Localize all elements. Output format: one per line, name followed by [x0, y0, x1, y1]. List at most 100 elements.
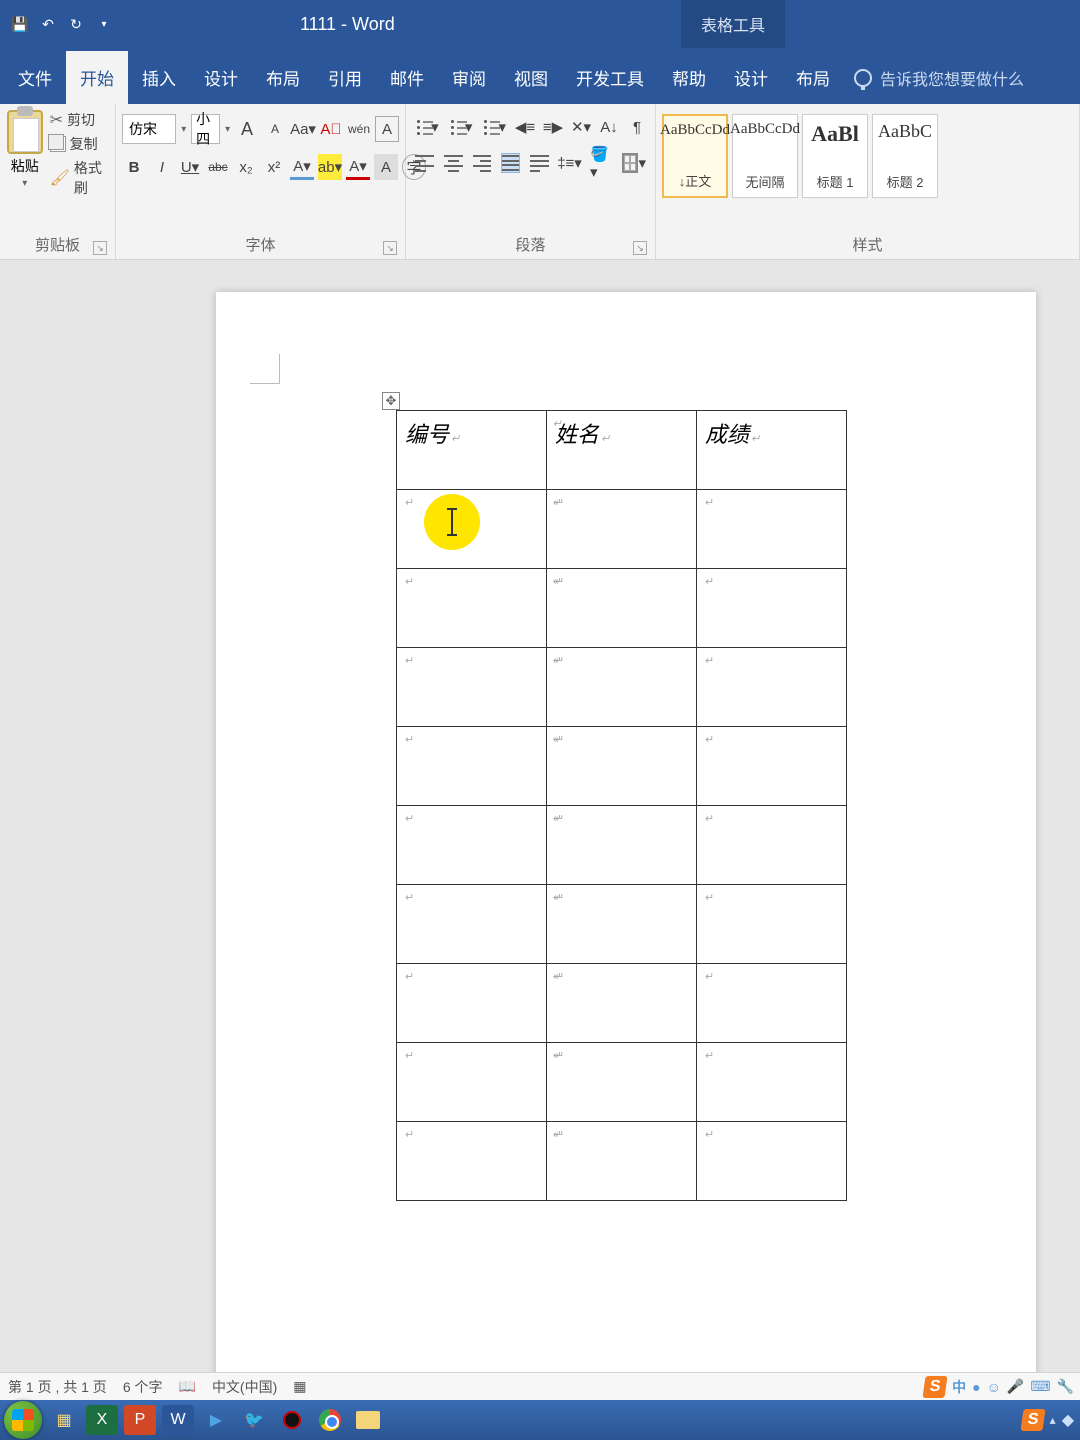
mic-icon[interactable]: 🎤 — [1007, 1378, 1024, 1395]
table-cell[interactable]: ↵ — [397, 806, 547, 885]
table-cell[interactable] — [547, 648, 697, 727]
style-gallery[interactable]: AaBbCcDd↓正文 AaBbCcDd无间隔 AaBl标题 1 AaBbC标题… — [662, 110, 1073, 228]
table-cell[interactable] — [697, 727, 847, 806]
char-shading-button[interactable]: A — [374, 154, 398, 180]
numbering-button[interactable]: ▾ — [446, 114, 476, 140]
grow-font-button[interactable]: A — [235, 116, 259, 142]
table-cell[interactable] — [697, 1043, 847, 1122]
table-cell[interactable] — [547, 569, 697, 648]
table-row[interactable]: ↵ — [397, 806, 847, 885]
macro-icon[interactable]: ▦ — [293, 1378, 306, 1395]
status-word-count[interactable]: 6 个字 — [123, 1377, 163, 1397]
thunderbird-icon[interactable]: 🐦 — [238, 1405, 270, 1435]
paste-button[interactable]: 粘贴 ▾ — [6, 110, 44, 228]
table-row[interactable]: ↵ — [397, 727, 847, 806]
bullets-button[interactable]: ▾ — [412, 114, 442, 140]
tab-file[interactable]: 文件 — [4, 51, 66, 104]
subscript-button[interactable]: x₂ — [234, 154, 258, 180]
clear-formatting-button[interactable]: A⃠ — [319, 116, 343, 142]
tab-mailings[interactable]: 邮件 — [376, 51, 438, 104]
qat-customize-icon[interactable]: ▾ — [92, 12, 116, 36]
powerpoint-icon[interactable]: P — [124, 1405, 156, 1435]
table-row[interactable]: ↵ — [397, 1122, 847, 1201]
word-icon[interactable]: W — [162, 1405, 194, 1435]
table-cell[interactable] — [547, 490, 697, 569]
increase-indent-button[interactable]: ≡▶ — [541, 114, 565, 140]
font-size-select[interactable]: 小四 — [191, 114, 220, 144]
table-cell[interactable] — [697, 964, 847, 1043]
table-row[interactable]: ↵ — [397, 885, 847, 964]
tab-layout[interactable]: 布局 — [252, 51, 314, 104]
multilevel-button[interactable]: ▾ — [479, 114, 509, 140]
table-cell[interactable]: ↵ — [397, 885, 547, 964]
underline-button[interactable]: U▾ — [178, 154, 202, 180]
keyboard-icon[interactable]: ⌨ — [1030, 1378, 1050, 1395]
table-cell[interactable]: ↵ — [397, 964, 547, 1043]
table-cell[interactable]: ↵ — [397, 1122, 547, 1201]
table-row[interactable]: ↵ — [397, 964, 847, 1043]
style-heading2[interactable]: AaBbC标题 2 — [872, 114, 938, 198]
chrome-icon[interactable] — [314, 1405, 346, 1435]
table-cell[interactable] — [697, 569, 847, 648]
status-page[interactable]: 第 1 页 , 共 1 页 — [8, 1377, 107, 1397]
table-cell[interactable]: ↵ — [397, 1043, 547, 1122]
record-icon[interactable] — [276, 1405, 308, 1435]
tab-table-layout[interactable]: 布局 — [782, 51, 844, 104]
folder-icon[interactable] — [352, 1405, 384, 1435]
table-cell[interactable] — [547, 964, 697, 1043]
tools-icon[interactable]: 🔧 — [1057, 1378, 1074, 1395]
ime-lang-label[interactable]: 中 — [952, 1377, 966, 1397]
explorer-icon[interactable]: ▦ — [48, 1405, 80, 1435]
line-spacing-button[interactable]: ‡≡▾ — [556, 150, 583, 176]
copy-button[interactable]: 复制 — [50, 134, 109, 154]
table-move-handle-icon[interactable]: ✥ — [382, 392, 400, 410]
spellcheck-icon[interactable]: 📖 — [179, 1378, 196, 1395]
chevron-down-icon[interactable]: ▾ — [22, 178, 27, 189]
format-painter-button[interactable]: 🖌格式刷 — [50, 158, 109, 198]
font-color-button[interactable]: A▾ — [346, 154, 370, 180]
table-row[interactable]: ↵ — [397, 648, 847, 727]
table-cell[interactable] — [547, 1043, 697, 1122]
style-normal[interactable]: AaBbCcDd↓正文 — [662, 114, 728, 198]
table-row[interactable]: ↵ — [397, 569, 847, 648]
align-right-button[interactable] — [470, 150, 495, 176]
tab-insert[interactable]: 插入 — [128, 51, 190, 104]
chevron-down-icon[interactable]: ▾ — [224, 124, 231, 135]
table-cell[interactable] — [697, 1122, 847, 1201]
tab-design[interactable]: 设计 — [190, 51, 252, 104]
status-icon[interactable]: ● — [972, 1379, 980, 1395]
document-page[interactable]: ✥ 编号↵ 姓名 成绩 ↵ ↵ ↵ ↵ ↵ ↵ ↵ ↵ ↵ — [216, 292, 1036, 1380]
dialog-launcher-icon[interactable]: ↘ — [93, 241, 107, 255]
tab-help[interactable]: 帮助 — [658, 51, 720, 104]
borders-button[interactable]: ▾ — [619, 150, 649, 176]
redo-icon[interactable]: ↻ — [64, 12, 88, 36]
status-language[interactable]: 中文(中国) — [212, 1377, 277, 1397]
tab-view[interactable]: 视图 — [500, 51, 562, 104]
sort-button[interactable]: A↓ — [597, 114, 621, 140]
table-cell[interactable] — [547, 1122, 697, 1201]
ime-sogou-icon[interactable]: S — [923, 1376, 948, 1398]
strikethrough-button[interactable]: abc — [206, 154, 230, 180]
table-cell[interactable] — [547, 885, 697, 964]
table-cell[interactable] — [547, 806, 697, 885]
align-left-button[interactable] — [412, 150, 437, 176]
table-cell[interactable]: ↵ — [397, 569, 547, 648]
table-cell[interactable] — [697, 648, 847, 727]
align-center-button[interactable] — [441, 150, 466, 176]
tab-developer[interactable]: 开发工具 — [562, 51, 658, 104]
text-effects-button[interactable]: A▾ — [290, 154, 314, 180]
tray-icon[interactable]: ◆ — [1062, 1410, 1074, 1430]
highlight-button[interactable]: ab▾ — [318, 154, 342, 180]
asian-layout-button[interactable]: ✕▾ — [569, 114, 593, 140]
bold-button[interactable]: B — [122, 154, 146, 180]
style-no-spacing[interactable]: AaBbCcDd无间隔 — [732, 114, 798, 198]
taskbar-sogou-icon[interactable]: S — [1020, 1409, 1045, 1431]
tab-home[interactable]: 开始 — [66, 51, 128, 104]
header-cell[interactable]: 编号↵ — [397, 411, 547, 490]
char-border-button[interactable]: A — [375, 116, 399, 142]
tell-me-search[interactable]: 告诉我您想要做什么 — [844, 52, 1034, 104]
italic-button[interactable]: I — [150, 154, 174, 180]
table-cell[interactable]: ↵ — [397, 727, 547, 806]
dialog-launcher-icon[interactable]: ↘ — [383, 241, 397, 255]
document-area[interactable]: ✥ 编号↵ 姓名 成绩 ↵ ↵ ↵ ↵ ↵ ↵ ↵ ↵ ↵ — [0, 260, 1080, 1380]
